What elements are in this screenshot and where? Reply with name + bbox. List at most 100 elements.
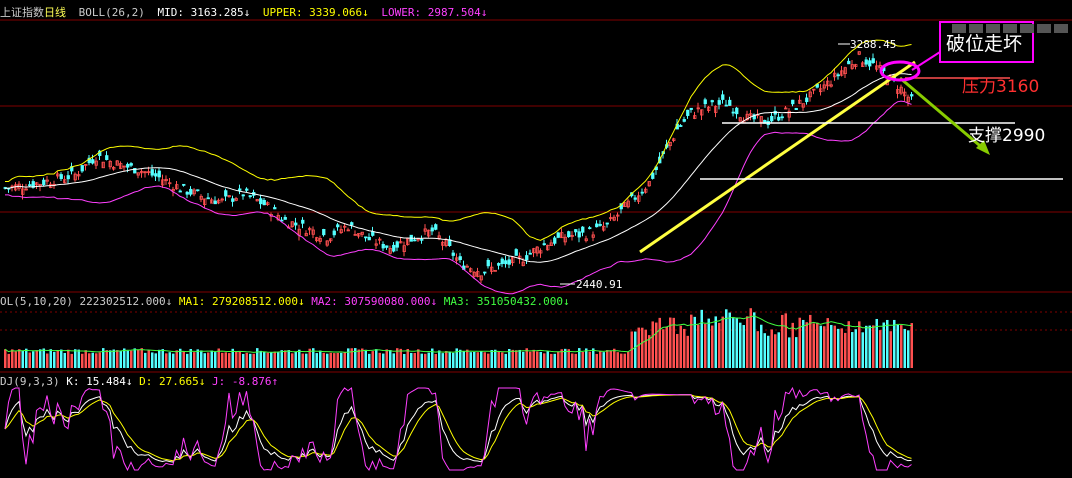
volume-bar [224, 352, 227, 368]
candle-body [238, 188, 242, 191]
candle-body [528, 252, 532, 255]
volume-bar [375, 349, 378, 368]
toolbar-button[interactable] [1054, 24, 1068, 33]
volume-bar [14, 351, 17, 368]
candle-body [213, 200, 217, 205]
volume-bar [228, 353, 231, 368]
volume-bar [459, 349, 462, 368]
volume-bar [161, 349, 164, 368]
toolbar-button[interactable] [1037, 24, 1051, 33]
volume-bar [7, 353, 10, 368]
candle-body [542, 243, 546, 246]
volume-bar [511, 349, 514, 368]
volume-bar [207, 352, 210, 368]
candle-body [514, 249, 518, 256]
volume-bar [599, 351, 602, 368]
volume-bar [882, 322, 885, 368]
volume-bar [777, 332, 780, 368]
candle-body [868, 60, 872, 67]
volume-bar [469, 352, 472, 368]
volume-bar [249, 353, 252, 368]
toolbar-button[interactable] [952, 24, 966, 33]
candle-body [350, 222, 354, 226]
volume-bar [553, 353, 556, 368]
volume-bar [315, 353, 318, 368]
volume-bar [287, 350, 290, 368]
volume-bars [4, 308, 913, 368]
volume-bar [140, 348, 143, 368]
volume-bar [210, 350, 213, 368]
lower-value: LOWER: 2987.504↓ [381, 6, 488, 19]
indicator-label[interactable]: BOLL(26,2) [79, 6, 145, 19]
candle-body [717, 100, 721, 105]
volume-bar [200, 350, 203, 368]
volume-bar [420, 353, 423, 368]
kdj-indicator-label[interactable]: DJ(9,3,3) [0, 375, 60, 388]
candle-body [703, 99, 707, 105]
volume-bar [683, 328, 686, 368]
candle-body [682, 119, 686, 122]
high-label: 3288.45 [850, 38, 896, 51]
candle-body [224, 190, 228, 197]
volume-bar [557, 351, 560, 368]
volume-bar [259, 350, 262, 368]
volume-bar [403, 353, 406, 368]
volume-bar [679, 325, 682, 368]
volume-bar [592, 348, 595, 368]
volume-bar [795, 337, 798, 368]
volume-bar [25, 348, 28, 368]
volume-bar [840, 328, 843, 368]
volume-bar [298, 349, 301, 368]
candle-body [486, 259, 490, 267]
volume-bar [53, 351, 56, 368]
toolbar-button[interactable] [1003, 24, 1017, 33]
volume-bar [837, 328, 840, 368]
candle-body [364, 236, 368, 239]
volume-bar [347, 348, 350, 368]
volume-bar [746, 316, 749, 368]
mid-value: MID: 3163.285↓ [157, 6, 251, 19]
volume-bar [602, 352, 605, 368]
volume-bar [767, 335, 770, 368]
candle-body [871, 58, 875, 64]
candle-body [420, 238, 424, 241]
volume-bar [126, 350, 129, 368]
toolbar-button[interactable] [986, 24, 1000, 33]
candle-body [640, 191, 644, 194]
candle-body [66, 175, 70, 180]
volume-bar [329, 352, 332, 368]
candle-body [206, 197, 210, 200]
volume-bar [91, 352, 94, 368]
volume-bar [378, 352, 381, 368]
volume-indicator-label[interactable]: OL(5,10,20) [0, 295, 73, 308]
candle-body [500, 258, 504, 264]
volume-bar [798, 317, 801, 368]
volume-bar [326, 353, 329, 368]
candle-body [248, 195, 252, 198]
volume-header: OL(5,10,20) 222302512.000↓ MA1: 27920851… [0, 295, 570, 308]
volume-bar [473, 351, 476, 368]
toolbar-button[interactable] [1020, 24, 1034, 33]
kdj-k-value: K: 15.484↓ [66, 375, 133, 388]
candle-body [735, 107, 739, 115]
volume-bar [543, 353, 546, 368]
volume-bar [480, 351, 483, 368]
volume-bar [861, 332, 864, 368]
period-label[interactable]: 日线 [44, 6, 66, 19]
candle-body [434, 224, 438, 230]
volume-ma3: MA3: 351050432.000↓ [443, 295, 570, 308]
upper-value: UPPER: 3339.066↓ [262, 6, 369, 19]
volume-bar [172, 353, 175, 368]
volume-bar [427, 352, 430, 368]
volume-bar [434, 353, 437, 368]
volume-bar [112, 349, 115, 368]
index-name[interactable]: 上证指数 [0, 6, 44, 19]
volume-bar [774, 334, 777, 368]
volume-bar [165, 353, 168, 368]
candle-body [105, 155, 109, 160]
toolbar-button[interactable] [969, 24, 983, 33]
volume-bar [893, 319, 896, 368]
boll-upper-line [5, 39, 912, 241]
candle-body [157, 170, 161, 178]
volume-bar [851, 332, 854, 368]
